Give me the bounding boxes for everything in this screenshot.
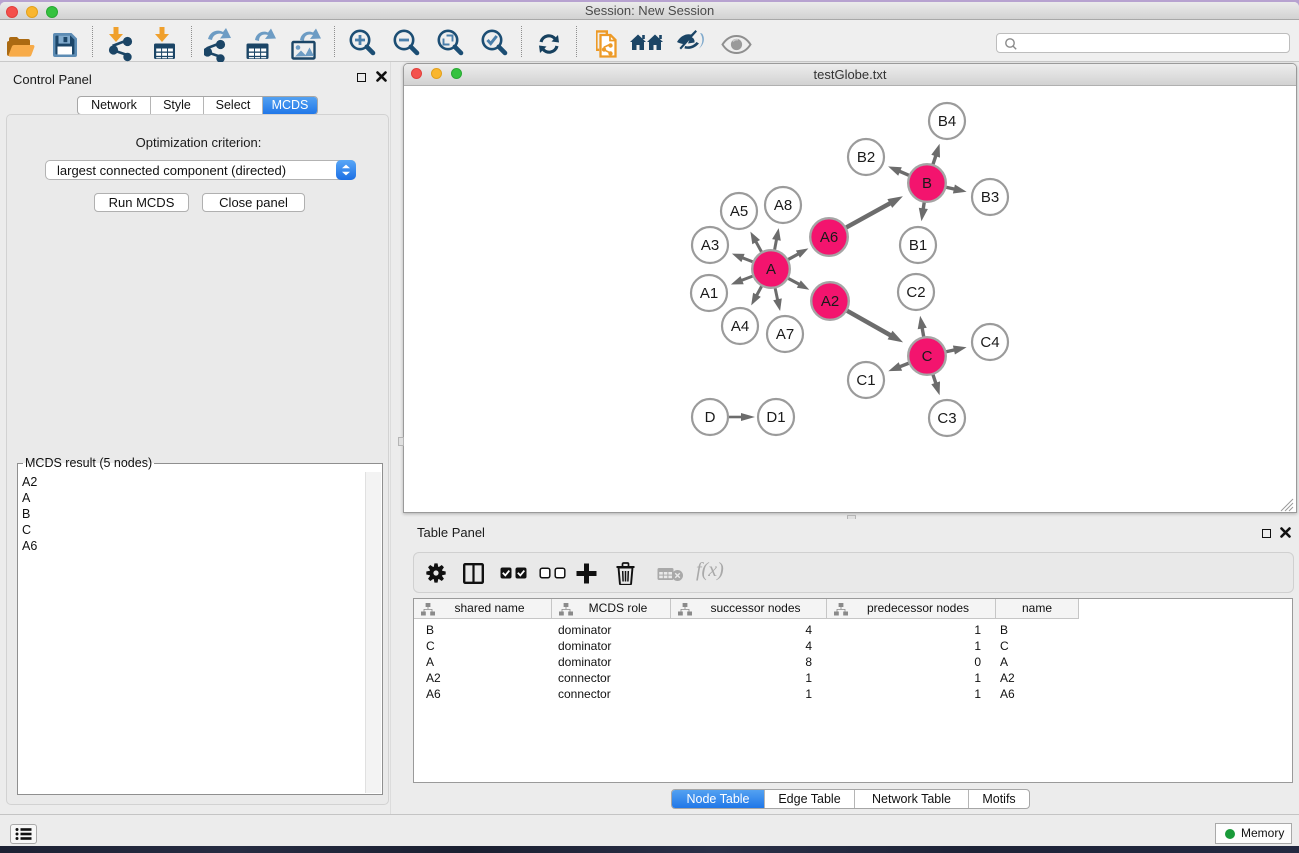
svg-text:A2: A2 — [821, 293, 839, 310]
svg-text:C2: C2 — [906, 284, 925, 301]
svg-text:C1: C1 — [856, 372, 875, 389]
svg-text:D: D — [705, 409, 716, 426]
svg-text:D1: D1 — [766, 409, 785, 426]
svg-text:A7: A7 — [776, 326, 794, 343]
svg-text:A5: A5 — [730, 203, 748, 220]
svg-text:A1: A1 — [700, 285, 718, 302]
svg-text:C4: C4 — [980, 334, 999, 351]
svg-text:C3: C3 — [937, 410, 956, 427]
svg-text:B2: B2 — [857, 149, 875, 166]
svg-text:B: B — [922, 175, 932, 192]
svg-text:B1: B1 — [909, 237, 927, 254]
svg-text:A8: A8 — [774, 197, 792, 214]
svg-text:A3: A3 — [701, 237, 719, 254]
svg-text:A6: A6 — [820, 229, 838, 246]
svg-text:A4: A4 — [731, 318, 749, 335]
svg-text:A: A — [766, 261, 776, 278]
svg-text:B4: B4 — [938, 113, 956, 130]
svg-text:B3: B3 — [981, 189, 999, 206]
svg-text:C: C — [922, 348, 933, 365]
